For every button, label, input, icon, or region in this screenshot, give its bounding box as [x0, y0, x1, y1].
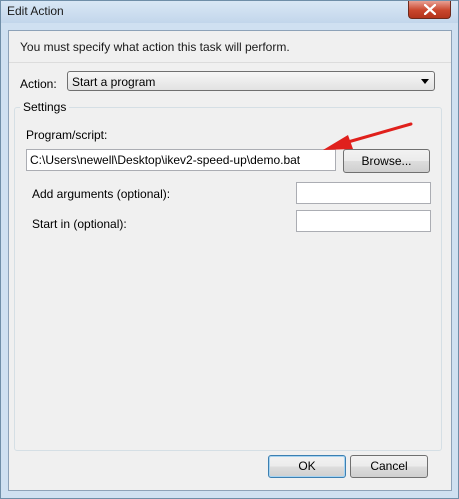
program-script-value: C:\Users\newell\Desktop\ikev2-speed-up\d…	[30, 153, 301, 167]
browse-button[interactable]: Browse...	[343, 149, 430, 173]
chevron-down-icon	[421, 79, 429, 84]
instruction-text: You must specify what action this task w…	[20, 40, 290, 54]
program-script-input[interactable]: C:\Users\newell\Desktop\ikev2-speed-up\d…	[26, 149, 336, 171]
start-in-input[interactable]	[296, 210, 431, 232]
edit-action-window: Edit Action You must specify what action…	[0, 0, 459, 499]
action-dropdown-value: Start a program	[72, 75, 156, 89]
action-label: Action:	[20, 77, 57, 91]
close-icon	[424, 4, 436, 15]
start-in-label: Start in (optional):	[32, 217, 127, 231]
add-arguments-label: Add arguments (optional):	[32, 187, 171, 201]
cancel-button[interactable]: Cancel	[350, 455, 428, 478]
settings-legend: Settings	[20, 100, 70, 114]
program-script-label: Program/script:	[26, 128, 108, 142]
ok-button[interactable]: OK	[268, 455, 346, 478]
title-bar[interactable]: Edit Action	[1, 1, 458, 23]
action-dropdown[interactable]: Start a program	[67, 71, 435, 91]
dialog-body: You must specify what action this task w…	[8, 30, 452, 491]
window-title: Edit Action	[7, 4, 64, 18]
close-button[interactable]	[408, 1, 451, 19]
divider	[9, 62, 451, 63]
add-arguments-input[interactable]	[296, 182, 431, 204]
